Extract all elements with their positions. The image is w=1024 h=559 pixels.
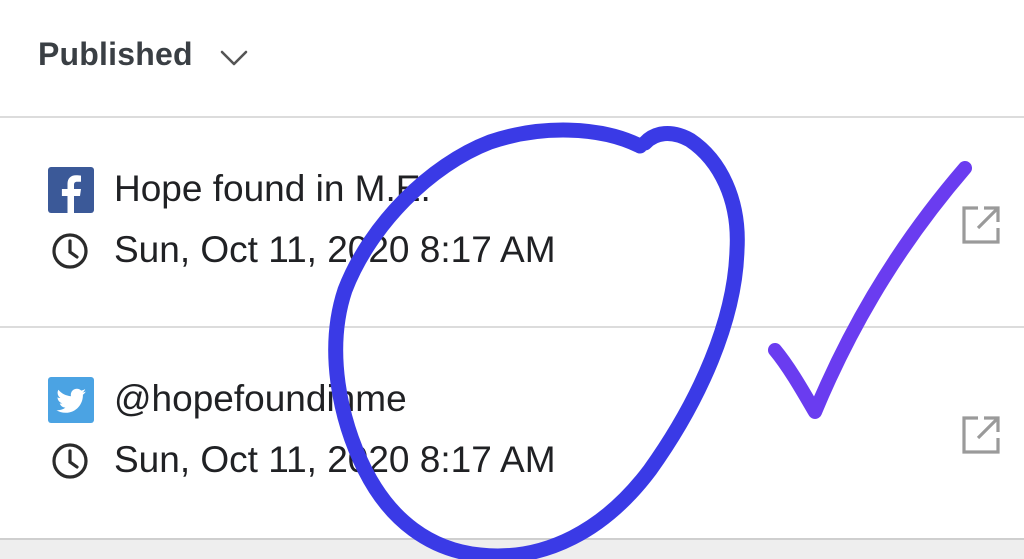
post-timestamp: Sun, Oct 11, 2020 8:17 AM: [114, 439, 556, 480]
post-row-twitter[interactable]: @hopefoundinme Sun, Oct 11, 2020 8:17 AM: [0, 328, 1024, 540]
status-filter-label: Published: [38, 36, 193, 72]
facebook-icon: [48, 167, 94, 213]
twitter-icon: [48, 377, 94, 423]
post-timestamp: Sun, Oct 11, 2020 8:17 AM: [114, 229, 556, 270]
post-account-name: @hopefoundinme: [114, 378, 407, 419]
bottom-bar: [0, 540, 1024, 559]
status-filter-dropdown[interactable]: Published: [38, 36, 249, 73]
clock-icon: [52, 233, 88, 269]
post-row-facebook[interactable]: Hope found in M.E. Sun, Oct 11, 2020 8:1…: [0, 118, 1024, 328]
external-link-icon[interactable]: [958, 412, 1004, 458]
post-account-name: Hope found in M.E.: [114, 168, 431, 209]
header: Published: [0, 0, 1024, 118]
chevron-down-icon: [220, 50, 248, 65]
external-link-icon[interactable]: [958, 202, 1004, 248]
clock-icon: [52, 443, 88, 479]
